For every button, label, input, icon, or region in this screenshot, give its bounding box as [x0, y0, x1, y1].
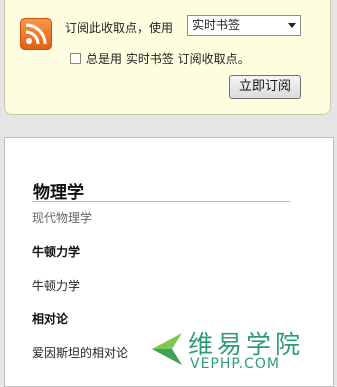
- feed-title: 物理学: [33, 183, 84, 203]
- feed-item-heading[interactable]: 牛顿力学: [32, 243, 80, 260]
- reader-select-value: 实时书签: [192, 18, 241, 32]
- title-divider: [32, 201, 290, 202]
- always-use-row[interactable]: 总是用 实时书签 订阅收取点。: [70, 50, 250, 67]
- subscribe-label: 订阅此收取点，使用: [65, 21, 174, 35]
- chevron-down-icon: [288, 23, 296, 28]
- always-use-checkbox[interactable]: [70, 53, 81, 64]
- feed-item-text: 牛顿力学: [32, 279, 81, 293]
- subscribe-now-button[interactable]: 立即订阅: [229, 75, 301, 99]
- watermark-logo-icon: [152, 333, 182, 365]
- feed-subtitle: 现代物理学: [32, 211, 93, 225]
- subscribe-panel: 订阅此收取点，使用 实时书签 总是用 实时书签 订阅收取点。 立即订阅: [4, 0, 331, 115]
- reader-select[interactable]: 实时书签: [187, 15, 301, 36]
- always-use-label: 总是用 实时书签 订阅收取点。: [86, 52, 250, 66]
- rss-feed-icon: [20, 18, 52, 50]
- feed-item-heading[interactable]: 相对论: [32, 310, 68, 327]
- watermark: 维易学院 VEPHP.COM: [150, 325, 335, 380]
- watermark-url: VEPHP.COM: [190, 356, 280, 372]
- feed-item-text: 爱因斯坦的相对论: [32, 346, 129, 360]
